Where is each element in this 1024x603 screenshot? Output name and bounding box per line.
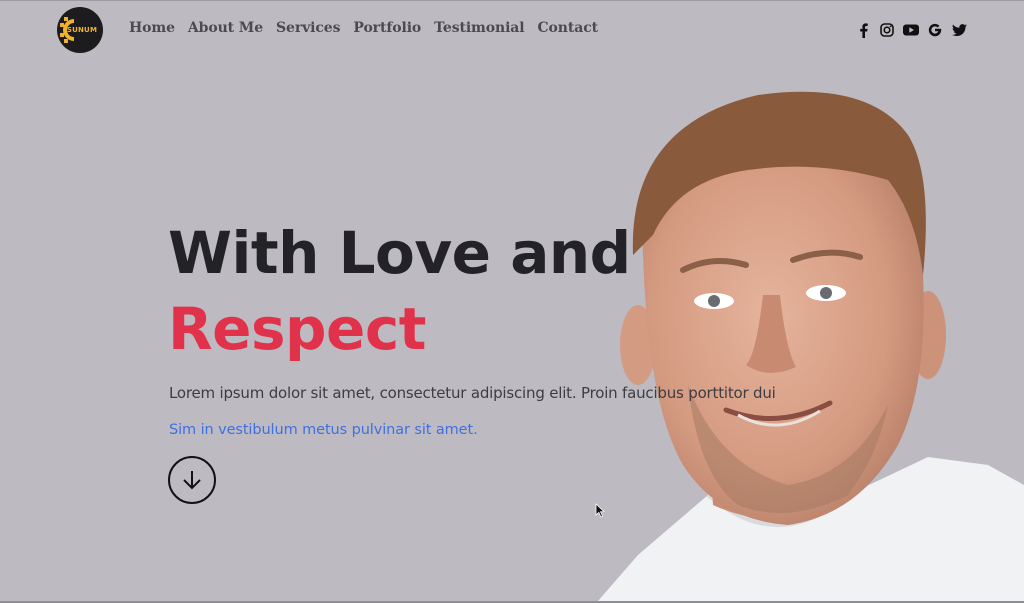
facebook-icon[interactable] [855, 22, 871, 38]
social-links [855, 22, 975, 38]
instagram-icon[interactable] [879, 22, 895, 38]
site-logo[interactable]: SUNUM [57, 7, 103, 53]
mouse-cursor-icon [595, 503, 605, 518]
logo-text: SUNUM [66, 26, 98, 34]
nav-home[interactable]: Home [129, 20, 175, 36]
hero-title: With Love and Respect [168, 215, 631, 367]
top-border [0, 0, 1024, 1]
youtube-icon[interactable] [903, 22, 919, 38]
scroll-down-button[interactable] [168, 456, 216, 504]
portrait-photo [598, 91, 1024, 601]
google-icon[interactable] [927, 22, 943, 38]
nav-contact[interactable]: Contact [538, 20, 599, 36]
hero-lead-text: Lorem ipsum dolor sit amet, consectetur … [169, 384, 776, 402]
nav-about-me[interactable]: About Me [188, 20, 263, 36]
nav-portfolio[interactable]: Portfolio [353, 20, 421, 36]
hero-title-accent: Respect [168, 295, 426, 363]
main-nav: Home About Me Services Portfolio Testimo… [129, 20, 611, 36]
hero-link[interactable]: Sim in vestibulum metus pulvinar sit ame… [169, 422, 478, 438]
nav-services[interactable]: Services [276, 20, 340, 36]
hero-title-line1: With Love and [168, 219, 631, 287]
arrow-down-icon [183, 471, 201, 490]
nav-testimonial[interactable]: Testimonial [434, 20, 524, 36]
twitter-icon[interactable] [951, 22, 967, 38]
